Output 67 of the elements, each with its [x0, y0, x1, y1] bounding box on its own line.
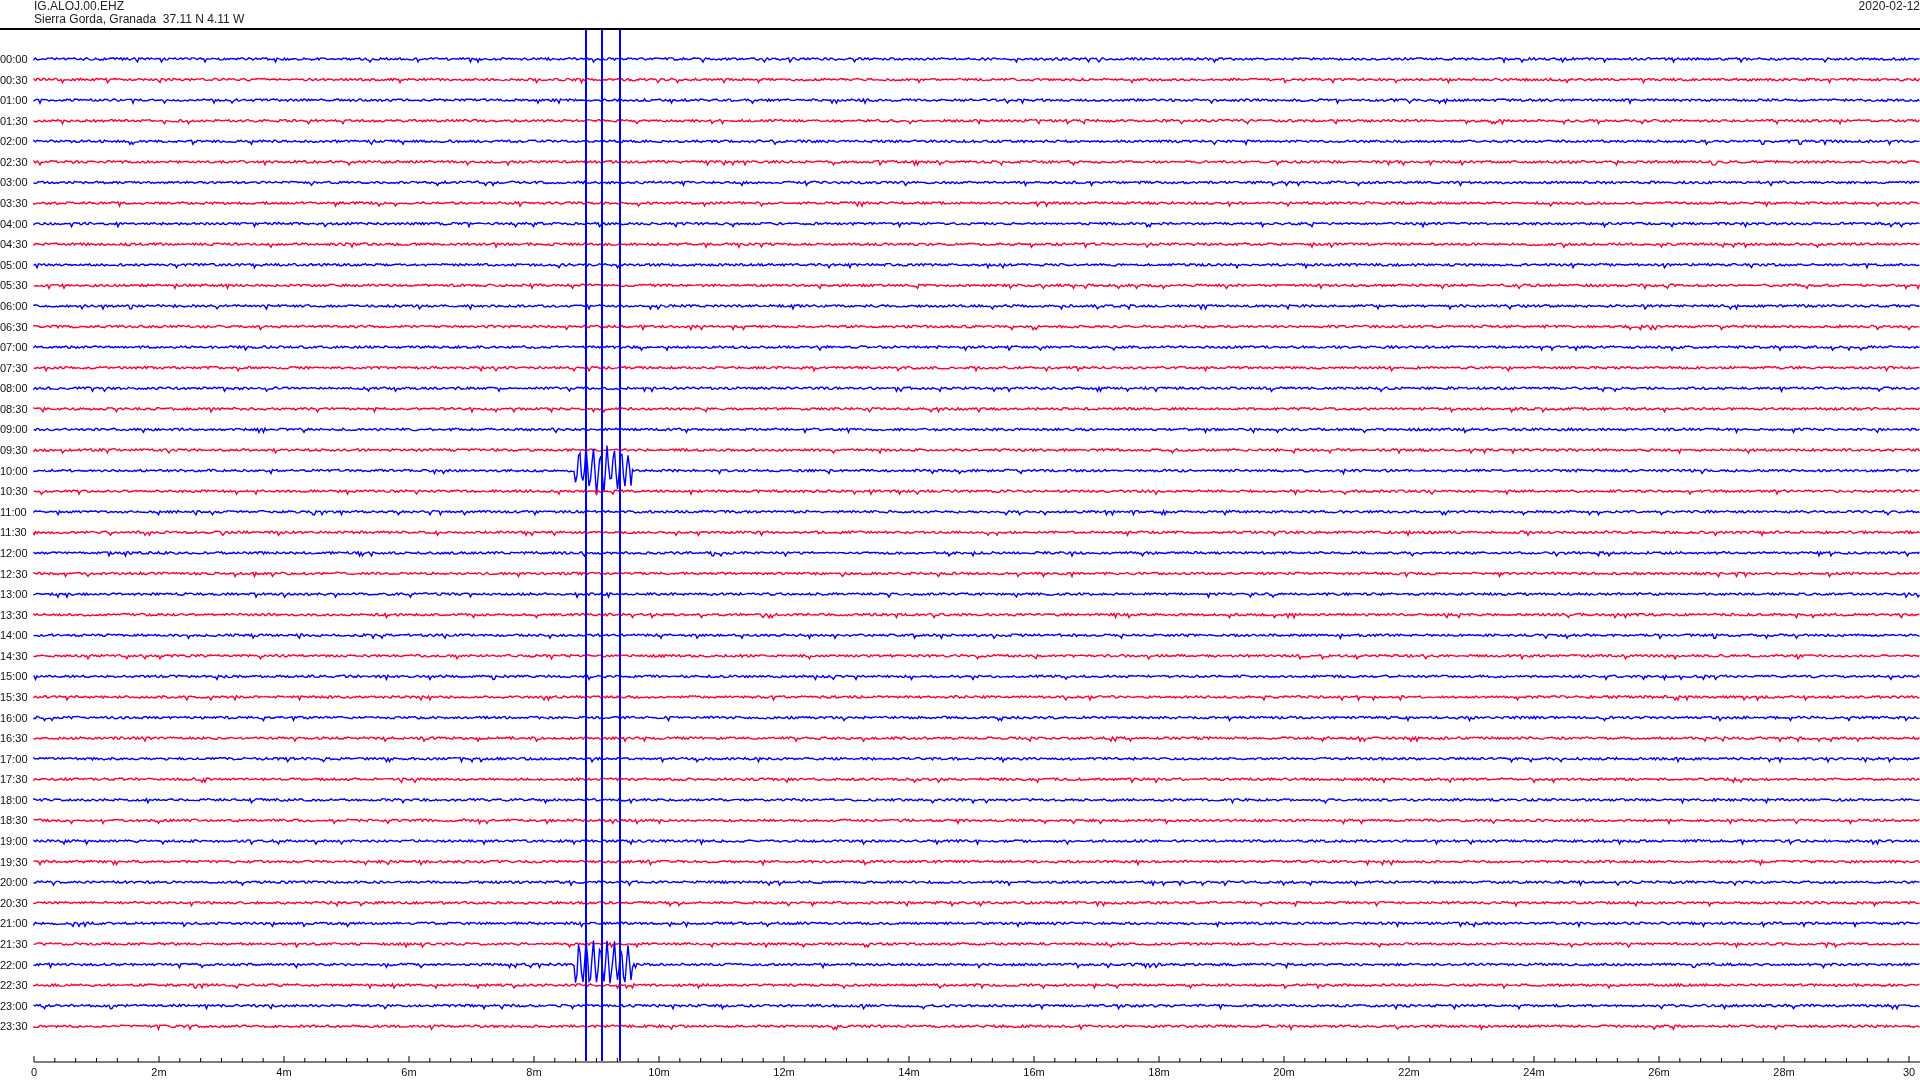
time-label: 19:00 — [0, 835, 28, 848]
time-label: 16:30 — [0, 732, 28, 745]
time-label: 11:00 — [0, 505, 27, 518]
time-label: 09:00 — [0, 423, 28, 436]
time-label: 14:30 — [0, 649, 28, 662]
time-label: 00:30 — [0, 73, 28, 86]
time-label: 19:30 — [0, 855, 28, 868]
time-label: 07:00 — [0, 341, 28, 354]
axis-label: 6m — [401, 1066, 417, 1078]
time-label: 05:00 — [0, 258, 28, 271]
time-label: 15:00 — [0, 670, 28, 683]
time-label: 06:30 — [0, 320, 28, 333]
time-label: 23:30 — [0, 1020, 28, 1033]
time-label: 15:30 — [0, 691, 28, 703]
station-location: Sierra Gorda, Granada 37.11 N 4.11 W — [34, 12, 245, 26]
axis-label: 2m — [151, 1066, 167, 1078]
time-label: 20:30 — [0, 896, 28, 909]
time-label: 11:30 — [0, 526, 27, 539]
time-label: 06:00 — [0, 299, 28, 312]
time-label: 14:00 — [0, 629, 28, 642]
time-label: 17:30 — [0, 773, 28, 786]
time-label: 05:30 — [0, 279, 28, 292]
time-label: 21:00 — [0, 917, 28, 930]
time-label: 13:30 — [0, 608, 28, 621]
time-label: 08:30 — [0, 402, 28, 415]
axis-label: 24m — [1523, 1066, 1545, 1078]
time-label: 18:30 — [0, 814, 28, 827]
time-label: 13:00 — [0, 588, 28, 601]
time-label: 16:00 — [0, 711, 28, 724]
time-label: 00:00 — [0, 53, 28, 65]
time-label: 23:00 — [0, 999, 28, 1012]
date-label: 2020-02-12 — [1858, 0, 1920, 13]
time-label: 03:00 — [0, 176, 28, 189]
time-label: 22:00 — [0, 958, 28, 971]
axis-label: 18m — [1148, 1066, 1170, 1078]
time-label: 07:30 — [0, 361, 28, 374]
axis-label: 10m — [648, 1066, 670, 1078]
time-label: 09:30 — [0, 444, 28, 456]
time-label: 20:00 — [0, 876, 28, 889]
axis-label: 14m — [898, 1066, 920, 1078]
axis-label: 0 — [30, 1066, 38, 1078]
time-label: 21:30 — [0, 937, 28, 950]
time-label: 01:30 — [0, 114, 28, 127]
time-label: 10:30 — [0, 485, 28, 498]
time-label: 18:00 — [0, 793, 28, 806]
axis-label: 20m — [1273, 1066, 1295, 1078]
time-label: 10:00 — [0, 464, 28, 477]
time-label: 04:30 — [0, 238, 28, 251]
time-label: 02:00 — [0, 135, 28, 148]
axis-label: 28m — [1773, 1066, 1795, 1078]
time-label: 08:00 — [0, 382, 28, 395]
time-label: 22:30 — [0, 979, 28, 992]
axis-label: 12m — [773, 1066, 795, 1078]
time-label: 04:00 — [0, 217, 28, 230]
station-code: IG.ALOJ.00.EHZ — [34, 0, 125, 13]
time-label: 02:30 — [0, 155, 28, 168]
time-label: 03:30 — [0, 197, 28, 210]
axis-label: 26m — [1648, 1066, 1670, 1078]
axis-label: 8m — [526, 1066, 542, 1078]
axis-label: 4m — [276, 1066, 292, 1078]
time-label: 01:00 — [0, 94, 28, 107]
axis-label: 16m — [1023, 1066, 1045, 1078]
time-label: 12:30 — [0, 567, 28, 580]
axis-label: 30 — [1902, 1066, 1916, 1078]
time-label: 12:00 — [0, 546, 28, 559]
time-label: 17:00 — [0, 752, 28, 765]
axis-label: 22m — [1398, 1066, 1420, 1078]
